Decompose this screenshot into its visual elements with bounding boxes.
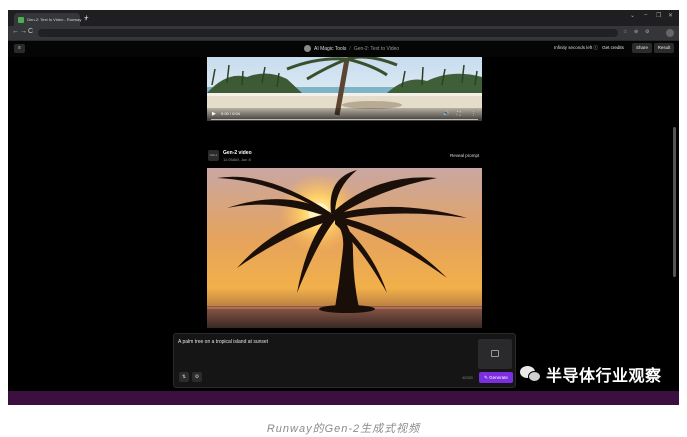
share-button[interactable]: Share bbox=[632, 43, 652, 53]
runway-logo-icon bbox=[304, 45, 311, 52]
video-time: 0:00 / 0:04 bbox=[221, 111, 240, 116]
scrollbar[interactable] bbox=[672, 57, 677, 387]
card-title: Gen-2 video bbox=[223, 150, 252, 156]
extension-icon[interactable]: ⊕ bbox=[634, 29, 638, 35]
character-counter: 42/320 bbox=[462, 376, 473, 380]
runway-favicon-icon bbox=[18, 16, 24, 23]
prompt-settings-button[interactable]: ⚙ bbox=[192, 372, 202, 382]
app-header: ≡ AI Magic Tools / Gen-2: Text to Video … bbox=[8, 41, 679, 57]
video-controls: ▶ 0:00 / 0:04 🔊 ⛶ ⋮ bbox=[207, 108, 482, 121]
bottom-bar bbox=[8, 391, 679, 405]
wechat-watermark: 半导体行业观察 bbox=[520, 362, 662, 386]
result-button[interactable]: Result bbox=[654, 43, 674, 53]
video-progress-bar[interactable] bbox=[211, 119, 478, 120]
sunset-video-frame bbox=[207, 168, 482, 328]
image-icon bbox=[491, 350, 499, 357]
back-icon[interactable]: ← bbox=[12, 28, 19, 35]
play-icon[interactable]: ▶ bbox=[212, 111, 216, 117]
settings-icon[interactable]: ⚙ bbox=[645, 29, 649, 35]
maximize-icon[interactable]: ❐ bbox=[656, 12, 661, 19]
wechat-icon bbox=[520, 365, 542, 383]
prompt-panel: A palm tree on a tropical island at suns… bbox=[173, 333, 516, 388]
generate-button[interactable]: ✎ Generate bbox=[479, 372, 513, 383]
watermark-text: 半导体行业观察 bbox=[546, 368, 662, 385]
breadcrumb-separator: / bbox=[349, 45, 351, 52]
reload-icon[interactable]: C bbox=[28, 28, 33, 35]
profile-avatar[interactable] bbox=[666, 29, 674, 37]
video-player-beach[interactable]: ▶ 0:00 / 0:04 🔊 ⛶ ⋮ bbox=[207, 57, 482, 121]
browser-tab[interactable]: Gen-2: Text to Video - Runway × bbox=[14, 13, 87, 26]
credits-status: Infinity seconds left ⓘ bbox=[554, 45, 599, 50]
reveal-prompt-link[interactable]: Reveal prompt bbox=[450, 153, 479, 158]
more-options-icon[interactable]: ⋮ bbox=[471, 111, 476, 117]
card-timestamp: 11:05AM, Jun 8 bbox=[223, 157, 251, 162]
screenshot: Gen-2: Text to Video - Runway × + ⌄ – ❐ … bbox=[8, 10, 679, 405]
close-window-icon[interactable]: ✕ bbox=[668, 12, 673, 19]
breadcrumb-app[interactable]: AI Magic Tools bbox=[314, 46, 346, 52]
volume-icon[interactable]: 🔊 bbox=[443, 111, 449, 117]
browser-toolbar: ← → C ☆ ⊕ ⚙ bbox=[8, 26, 679, 41]
tab-search-icon[interactable]: ⌄ bbox=[630, 12, 635, 19]
new-tab-icon[interactable]: + bbox=[84, 13, 89, 23]
browser-tab-bar: Gen-2: Text to Video - Runway × + ⌄ – ❐ … bbox=[8, 10, 679, 26]
scrollbar-thumb[interactable] bbox=[673, 127, 676, 277]
figure-caption: Runway的Gen-2生成式视频 bbox=[266, 423, 421, 435]
gen2-avatar: GEN-2 bbox=[208, 150, 219, 161]
bookmark-icon[interactable]: ☆ bbox=[623, 29, 627, 35]
video-player-sunset[interactable] bbox=[207, 168, 482, 328]
prompt-input[interactable]: A palm tree on a tropical island at suns… bbox=[178, 339, 268, 345]
sidebar-toggle-icon[interactable]: ≡ bbox=[14, 44, 25, 53]
address-bar[interactable] bbox=[38, 29, 618, 37]
tab-title: Gen-2: Text to Video - Runway bbox=[27, 17, 82, 22]
image-upload-slot[interactable] bbox=[478, 339, 512, 369]
prompt-tool-button[interactable]: ⇅ bbox=[179, 372, 189, 382]
fullscreen-icon[interactable]: ⛶ bbox=[457, 111, 461, 117]
minimize-icon[interactable]: – bbox=[644, 12, 647, 18]
get-credits-button[interactable]: Get credits bbox=[598, 43, 628, 53]
breadcrumb-page: Gen-2: Text to Video bbox=[353, 45, 400, 52]
breadcrumb: AI Magic Tools / Gen-2: Text to Video bbox=[304, 45, 399, 52]
forward-icon[interactable]: → bbox=[20, 28, 27, 35]
